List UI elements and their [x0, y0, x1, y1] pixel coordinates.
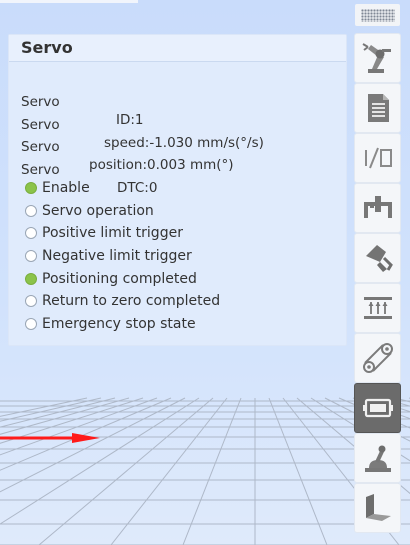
- belt-icon: [362, 343, 393, 373]
- io-button[interactable]: [355, 134, 400, 182]
- status-label: Positioning completed: [42, 270, 197, 287]
- status-servo-operation: Servo operation: [25, 200, 220, 223]
- status-positive-limit: Positive limit trigger: [25, 222, 220, 245]
- servo-position-value: position:0.003 mm(°): [89, 157, 234, 173]
- top-strip: [0, 0, 138, 3]
- document-icon: [367, 94, 389, 122]
- status-indicator: [25, 317, 37, 330]
- servo-position-row: Servo position:0.003 mm(°): [21, 120, 234, 173]
- status-indicator: [25, 182, 37, 195]
- servo-label: Servo: [21, 161, 60, 178]
- status-indicator: [25, 227, 37, 240]
- status-label: Enable: [42, 180, 90, 197]
- grid-line: [0, 397, 144, 444]
- workpiece-button[interactable]: [355, 484, 400, 532]
- grid-line: [268, 397, 328, 545]
- servo-id-value: ID:1: [116, 112, 144, 128]
- servo-speed-row: Servo speed:-1.030 mm/s(°/s): [21, 98, 264, 151]
- right-toolbar: [349, 0, 410, 545]
- toolbar-grip[interactable]: [355, 4, 400, 26]
- gripper-button[interactable]: [355, 184, 400, 232]
- grid-line: [0, 397, 172, 471]
- robot-arm-icon: [361, 43, 391, 73]
- servo-icon: [362, 398, 393, 418]
- servo-info: Servo ID:1 Servo speed:-1.030 mm/s(°/s) …: [21, 75, 264, 196]
- status-label: Positive limit trigger: [42, 225, 183, 242]
- status-label: Negative limit trigger: [42, 248, 192, 265]
- status-indicator: [25, 272, 37, 285]
- status-return-to-zero: Return to zero completed: [25, 290, 220, 313]
- status-enable: Enable: [25, 177, 220, 200]
- grid-line: [38, 397, 214, 545]
- grid-line: [0, 397, 158, 456]
- servo-dtc-row: Servo DTC:0: [21, 143, 157, 196]
- grid-line: [182, 397, 242, 545]
- panel-title: Servo: [9, 35, 346, 62]
- servo-button[interactable]: [355, 384, 400, 432]
- conveyor-button[interactable]: [355, 284, 400, 332]
- workpiece-icon: [365, 494, 391, 521]
- gripper-icon: [363, 196, 392, 218]
- status-label: Emergency stop state: [42, 315, 196, 332]
- conveyor-icon: [363, 297, 392, 319]
- joystick-icon: [364, 445, 391, 472]
- status-positioning-completed: Positioning completed: [25, 267, 220, 290]
- servo-speed-value: speed:-1.030 mm/s(°/s): [104, 134, 264, 151]
- robot-arm-button[interactable]: [355, 34, 400, 82]
- grip-icon: [360, 8, 395, 22]
- vacuum-icon: [365, 245, 393, 272]
- servo-id-row: Servo ID:1: [21, 75, 144, 128]
- status-indicator: [25, 250, 37, 263]
- status-indicator: [25, 204, 37, 217]
- document-button[interactable]: [355, 84, 400, 132]
- belt-button[interactable]: [355, 334, 400, 382]
- servo-panel: Servo Servo ID:1 Servo speed:-1.030 mm/s…: [8, 34, 347, 346]
- status-label: Servo operation: [42, 202, 154, 219]
- io-icon: [364, 147, 392, 169]
- status-indicator: [25, 295, 37, 308]
- grid-line: [0, 397, 116, 428]
- status-list: Enable Servo operation Positive limit tr…: [25, 177, 220, 335]
- status-label: Return to zero completed: [42, 293, 221, 310]
- status-negative-limit: Negative limit trigger: [25, 245, 220, 268]
- joystick-button[interactable]: [355, 434, 400, 482]
- vacuum-button[interactable]: [355, 234, 400, 282]
- grid-line: [110, 397, 228, 545]
- status-emergency-stop: Emergency stop state: [25, 313, 220, 336]
